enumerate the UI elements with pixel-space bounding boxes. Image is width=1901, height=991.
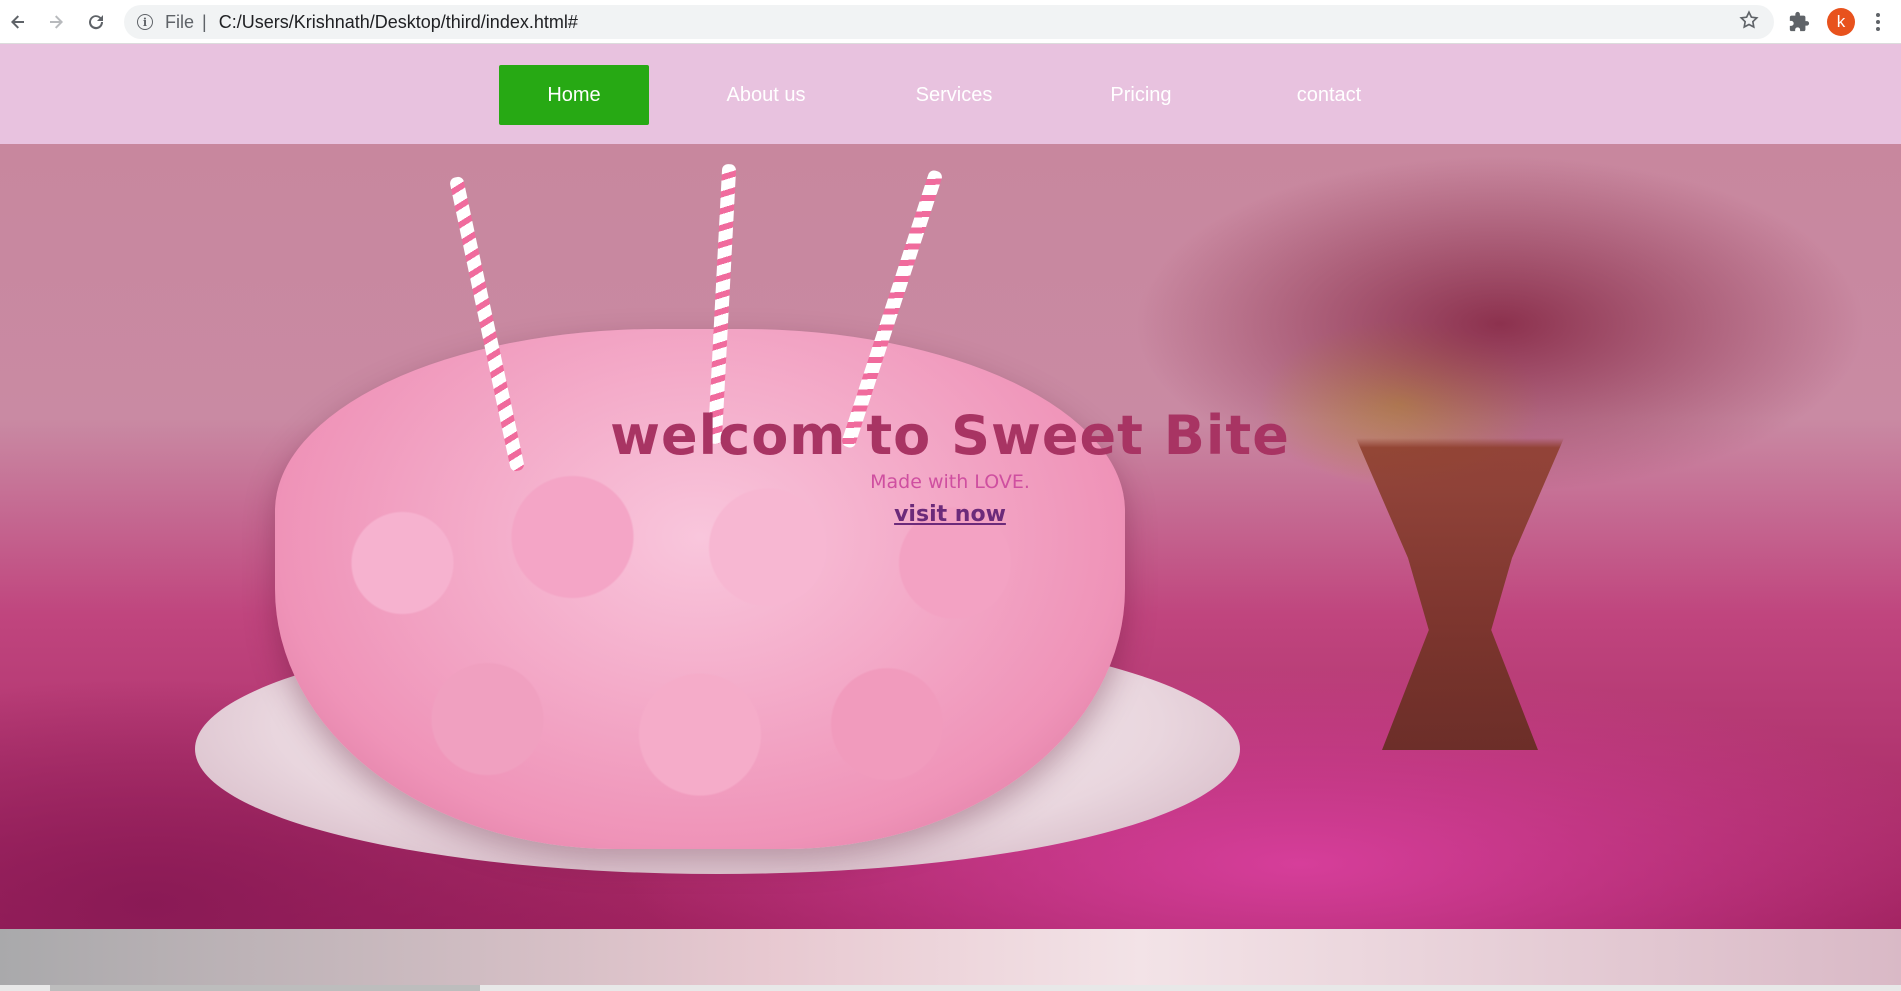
nav-contact[interactable]: contact: [1254, 65, 1404, 125]
nav-home[interactable]: Home: [499, 65, 649, 125]
reload-icon[interactable]: [82, 8, 110, 36]
extensions-puzzle-icon[interactable]: [1786, 9, 1812, 35]
address-bar[interactable]: i File | C:/Users/Krishnath/Desktop/thir…: [124, 5, 1774, 39]
nav-services[interactable]: Services: [879, 65, 1029, 125]
hero-banner: welcom to Sweet Bite Made with LOVE. vis…: [0, 144, 1901, 929]
browser-toolbar: i File | C:/Users/Krishnath/Desktop/thir…: [0, 0, 1901, 44]
back-arrow-icon[interactable]: [4, 8, 32, 36]
nav-about-us[interactable]: About us: [691, 65, 841, 125]
horizontal-scrollbar[interactable]: [0, 985, 1901, 991]
visit-now-link[interactable]: visit now: [850, 502, 1050, 527]
site-navbar: Home About us Services Pricing contact: [0, 44, 1901, 144]
scrollbar-thumb[interactable]: [50, 985, 480, 991]
hero-subtitle: Made with LOVE.: [870, 471, 1030, 493]
next-section-preview: [0, 929, 1901, 991]
url-text[interactable]: C:/Users/Krishnath/Desktop/third/index.h…: [219, 12, 578, 33]
kebab-menu-icon[interactable]: [1868, 8, 1888, 36]
hero-title: welcom to Sweet Bite: [610, 404, 1290, 467]
nav-pricing[interactable]: Pricing: [1066, 65, 1216, 125]
profile-avatar[interactable]: k: [1827, 8, 1855, 36]
info-icon[interactable]: i: [137, 14, 153, 30]
hero-content: welcom to Sweet Bite Made with LOVE. vis…: [0, 144, 1901, 929]
file-label: File: [165, 11, 195, 32]
star-icon[interactable]: [1738, 9, 1760, 37]
separator: |: [202, 11, 207, 32]
forward-arrow-icon[interactable]: [42, 8, 70, 36]
